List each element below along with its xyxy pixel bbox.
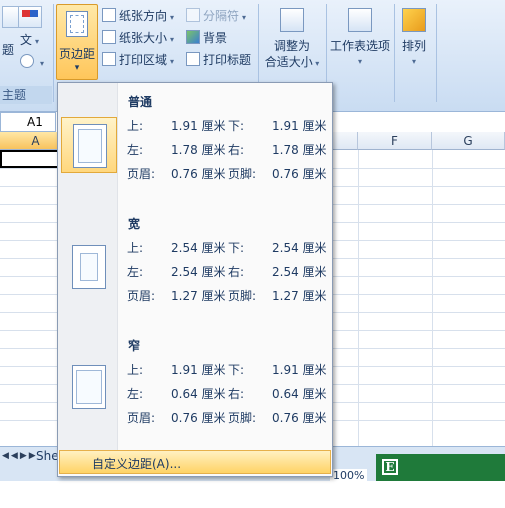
arrange-label: 排列	[401, 39, 426, 53]
narrow-margins-icon	[61, 359, 117, 415]
preset-name: 窄	[128, 339, 141, 353]
theme-fonts-button[interactable]: 文 ▾	[20, 30, 39, 50]
color-swatch-icon	[30, 10, 38, 17]
sheet-options-button[interactable]: 工作表选项 ▾	[328, 4, 392, 70]
background-icon	[186, 30, 200, 44]
scale-label-line1: 调整为	[273, 39, 310, 53]
arrange-icon	[402, 8, 426, 32]
brand-watermark: EExcelcn.com	[376, 454, 505, 503]
sheet-options-icon	[348, 8, 372, 32]
scale-to-fit-icon	[280, 8, 304, 32]
sheet-nav-arrows-icon[interactable]: ◀◀▶▶	[2, 451, 38, 461]
scale-to-fit-button[interactable]: 调整为 合适大小 ▾	[262, 4, 322, 72]
custom-margins-label: 自定义边距(A)...	[92, 457, 182, 471]
color-swatch-icon	[22, 10, 30, 17]
breaks-button[interactable]: 分隔符 ▾	[186, 6, 246, 26]
chevron-down-icon: ▾	[74, 63, 80, 73]
margins-button-label: 页边距	[58, 47, 95, 61]
name-box[interactable]: A1	[0, 112, 56, 132]
theme-colors-button[interactable]	[18, 6, 42, 28]
chevron-down-icon: ▾	[357, 57, 362, 66]
print-area-icon	[102, 52, 116, 66]
margins-dropdown-menu: 普通 上: 1.91 厘米 下: 1.91 厘米 左: 1.78 厘米 右: 1…	[57, 82, 333, 477]
group-separator	[53, 4, 54, 102]
group-separator	[436, 4, 437, 102]
margins-icon	[66, 11, 88, 37]
preset-name: 普通	[128, 95, 153, 109]
paper-size-icon	[102, 30, 116, 44]
breaks-icon	[186, 8, 200, 22]
margin-preset-narrow[interactable]: 窄 上: 1.91 厘米 下: 1.91 厘米 左: 0.64 厘米 右: 0.…	[58, 337, 332, 445]
zoom-level[interactable]: 100%	[330, 469, 368, 482]
theme-effects-button[interactable]: ▾	[20, 52, 44, 72]
theme-label-1: 题	[2, 43, 15, 57]
margins-button[interactable]: 页边距 ▾	[56, 4, 98, 80]
print-titles-icon	[186, 52, 200, 66]
normal-margins-icon	[61, 117, 117, 173]
print-titles-button[interactable]: 打印标题	[186, 50, 251, 70]
arrange-button[interactable]: 排列 ▾	[396, 4, 432, 70]
orientation-button[interactable]: 纸张方向 ▾	[102, 6, 174, 26]
scale-label-line2: 合适大小 ▾	[264, 55, 320, 69]
chevron-down-icon: ▾	[411, 57, 416, 66]
wide-margins-icon	[61, 239, 117, 295]
sheet-tab[interactable]: She	[36, 449, 59, 463]
column-header-f[interactable]: F	[358, 132, 432, 150]
column-header-g[interactable]: G	[432, 132, 505, 150]
background-button[interactable]: 背景	[186, 28, 227, 48]
preset-name: 宽	[128, 217, 141, 231]
brand-logo-icon: E	[382, 459, 398, 475]
group-separator	[394, 4, 395, 102]
print-area-button[interactable]: 打印区域 ▾	[102, 50, 174, 70]
themes-group-label: 主题	[0, 86, 52, 104]
sheet-options-label: 工作表选项	[329, 39, 390, 53]
margin-preset-normal[interactable]: 普通 上: 1.91 厘米 下: 1.91 厘米 左: 1.78 厘米 右: 1…	[58, 93, 332, 201]
margin-preset-wide[interactable]: 宽 上: 2.54 厘米 下: 2.54 厘米 左: 2.54 厘米 右: 2.…	[58, 215, 332, 323]
paper-size-button[interactable]: 纸张大小 ▾	[102, 28, 174, 48]
custom-margins-menu-item[interactable]: 自定义边距(A)...	[59, 450, 331, 474]
orientation-icon	[102, 8, 116, 22]
